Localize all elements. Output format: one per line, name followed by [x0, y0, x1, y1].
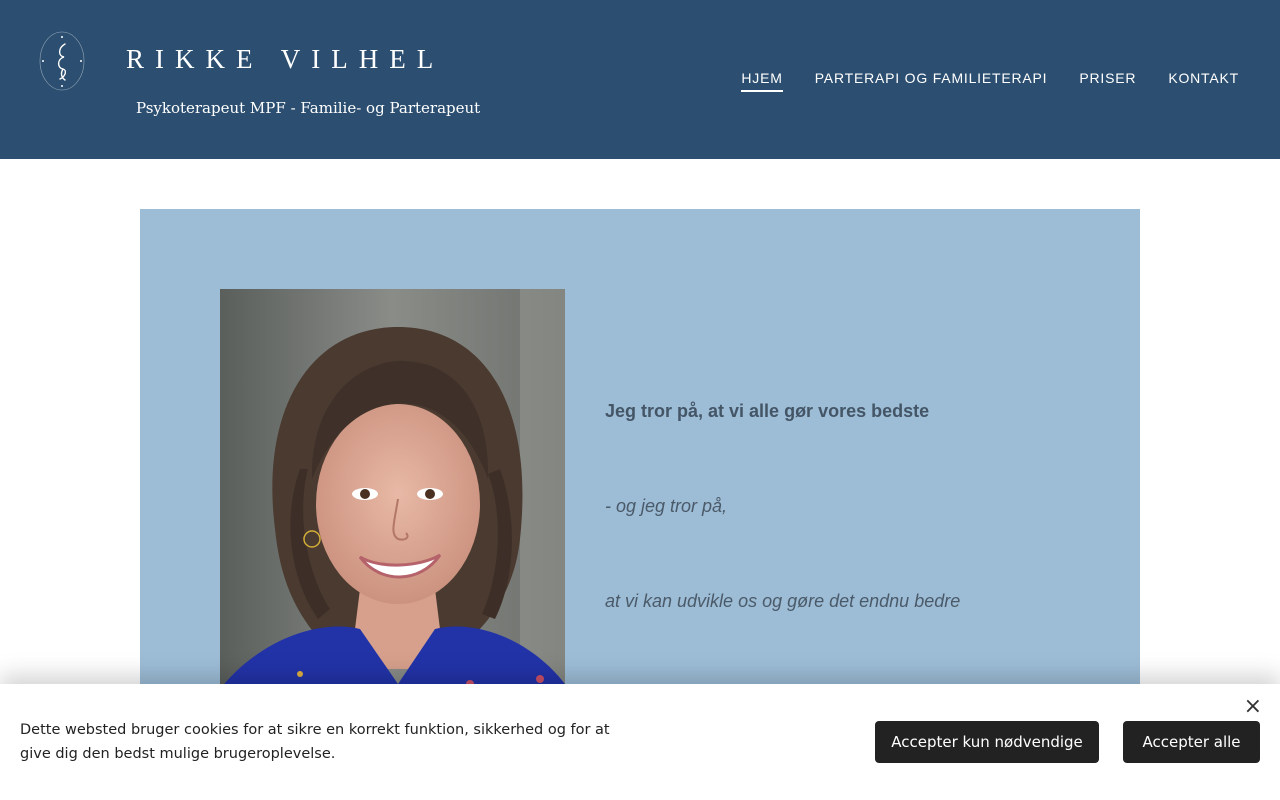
nav-item-priser[interactable]: PRISER	[1079, 70, 1136, 92]
nav-item-parterapi[interactable]: PARTERAPI OG FAMILIETERAPI	[815, 70, 1048, 92]
accept-all-button[interactable]: Accepter alle	[1123, 721, 1260, 763]
site-header: RIKKE VILHEL Psykoterapeut MPF - Familie…	[0, 0, 1280, 159]
nav-item-kontakt[interactable]: KONTAKT	[1168, 70, 1239, 92]
cookie-banner: Dette websted bruger cookies for at sikr…	[0, 684, 1280, 800]
association-logo[interactable]	[38, 30, 86, 92]
nav-item-hjem[interactable]: HJEM	[741, 70, 783, 92]
portrait-photo	[220, 289, 565, 709]
cookie-banner-text: Dette websted bruger cookies for at sikr…	[20, 722, 610, 762]
site-title[interactable]: RIKKE VILHEL	[126, 44, 444, 75]
hero-quote-line-3: at vi kan udvikle os og gøre det endnu b…	[605, 591, 961, 611]
close-icon[interactable]: ×	[1244, 694, 1262, 719]
site-subtitle: Psykoterapeut MPF - Familie- og Parterap…	[136, 99, 481, 117]
main-navigation: HJEM PARTERAPI OG FAMILIETERAPI PRISER K…	[741, 70, 1239, 92]
hero-quote-line-1: Jeg tror på, at vi alle gør vores bedste	[605, 401, 930, 421]
hero-quote-line-2: - og jeg tror på,	[605, 496, 728, 516]
accept-necessary-button[interactable]: Accepter kun nødvendige	[875, 721, 1099, 763]
